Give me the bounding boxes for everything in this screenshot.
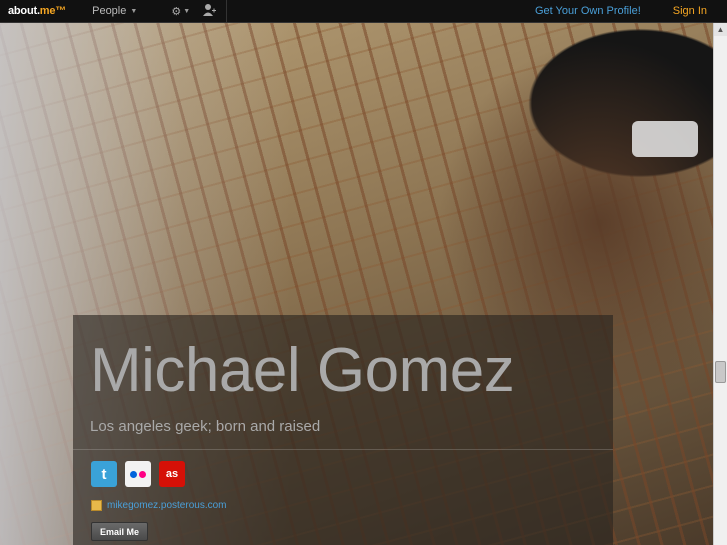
profile-name: Michael Gomez <box>90 336 515 405</box>
chevron-down-icon: ▼ <box>130 7 138 15</box>
social-icons: t as <box>91 461 185 487</box>
get-your-own-profile-link[interactable]: Get Your Own Profile! <box>535 5 641 17</box>
lastfm-icon[interactable]: as <box>159 461 185 487</box>
profile-card: Michael Gomez Los angeles geek; born and… <box>73 315 613 545</box>
logo-suffix: me™ <box>39 5 67 17</box>
top-navigation-bar: about.me™ People ▼ ⚙ ▼ Get Your Own Prof… <box>0 0 727 23</box>
settings-menu[interactable]: ⚙ ▼ <box>171 5 190 18</box>
website-link-row[interactable]: mikegomez.posterous.com <box>91 500 227 511</box>
twitter-icon[interactable]: t <box>91 461 117 487</box>
link-icon <box>91 500 102 511</box>
cap-logo <box>632 121 698 157</box>
people-menu[interactable]: People ▼ <box>92 5 137 17</box>
scroll-up-icon[interactable]: ▲ <box>714 23 727 36</box>
twitter-glyph: t <box>101 465 107 483</box>
website-link[interactable]: mikegomez.posterous.com <box>107 500 227 511</box>
email-me-button[interactable]: Email Me <box>91 522 148 541</box>
gear-icon: ⚙ <box>171 5 182 18</box>
vertical-scrollbar[interactable]: ▲ <box>713 23 727 545</box>
chevron-down-icon: ▼ <box>183 7 191 15</box>
people-label: People <box>92 5 127 17</box>
sign-in-link[interactable]: Sign In <box>673 5 707 17</box>
about-me-logo[interactable]: about.me™ <box>8 5 66 17</box>
topbar-divider <box>226 0 228 23</box>
logo-prefix: about. <box>8 5 40 17</box>
flickr-icon[interactable] <box>125 461 151 487</box>
card-divider <box>73 449 613 450</box>
scrollbar-thumb[interactable] <box>715 361 726 383</box>
profile-tagline: Los angeles geek; born and raised <box>90 418 321 435</box>
lastfm-glyph: as <box>165 468 179 480</box>
add-user-icon[interactable] <box>202 3 217 20</box>
